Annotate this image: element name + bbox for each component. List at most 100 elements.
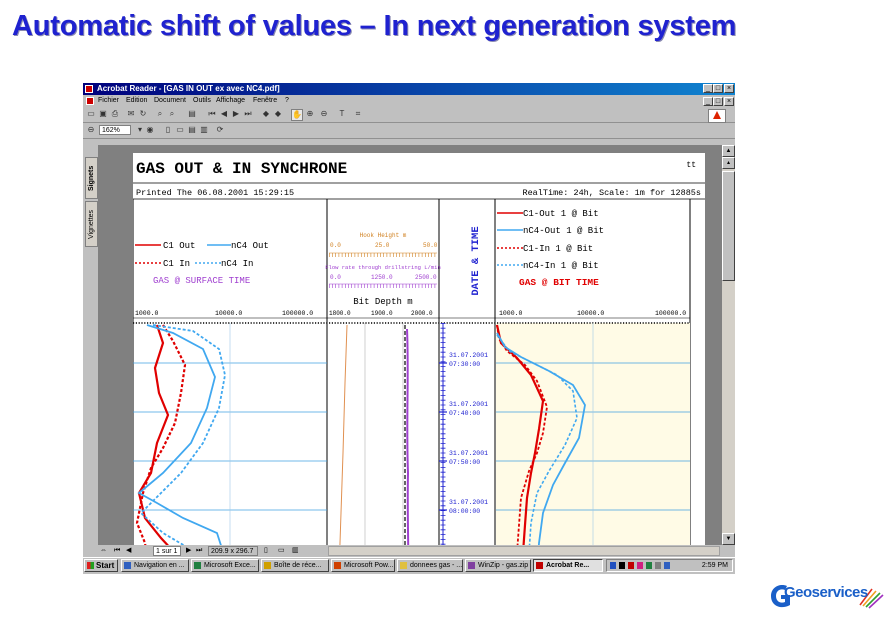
first-page-icon[interactable]: ⏮ [207,109,217,119]
pdf-page: GAS OUT & IN SYNCHRONE tt Printed The 06… [132,153,705,545]
task-acrobat[interactable]: Acrobat Re... [533,559,603,572]
fit-width-icon[interactable]: ▤ [187,125,197,135]
fit-visible-icon[interactable]: ▥ [199,125,209,135]
refresh-icon[interactable]: ↻ [138,109,148,119]
tray-volume-icon[interactable] [619,562,625,569]
scroll-thumb[interactable] [722,171,735,281]
tray-network-icon[interactable] [628,562,634,569]
page-view-icon[interactable]: ▤ [187,109,197,119]
tab-vignettes[interactable]: Vignettes [85,201,98,247]
fit-page-icon[interactable]: ▭ [175,125,185,135]
print-icon[interactable]: ⎙ [110,109,120,119]
status-next-icon[interactable]: ▶ [186,545,191,557]
graphics-select-icon[interactable]: ⌗ [353,109,363,119]
minimize-icon[interactable]: _ [703,84,713,93]
menu-fenetre[interactable]: Fenêtre [253,95,277,107]
actual-size-icon[interactable]: ▯ [163,125,173,135]
continuous-icon[interactable]: ▭ [278,545,285,557]
find-icon[interactable]: ⌕ [155,109,165,119]
doc-restore-icon[interactable]: □ [713,97,723,106]
status-bar: ⇔ ⏮ ◀ 1 sur 1 ▶ ⏭ 209.9 x 296.7 mm ▯ ▭ ▥ [98,545,735,564]
zoom-dropdown-icon[interactable]: ▾ [135,125,145,135]
left-tick-1: 1000.0 [135,310,159,317]
save-icon[interactable]: ▣ [98,109,108,119]
legend-c1-out: C1 Out [163,241,195,251]
rotate-icon[interactable]: ⟳ [215,125,225,135]
menu-fichier[interactable]: Fichier [98,95,119,107]
go-forward-icon[interactable]: ◆ [273,109,283,119]
left-track-subtitle: GAS @ SURFACE TIME [153,276,250,286]
scroll-top-icon[interactable]: ▲ [722,145,735,157]
tray-app-icon[interactable] [637,562,643,569]
zoom-out-icon[interactable]: ⊖ [319,109,329,119]
go-back-icon[interactable]: ◆ [261,109,271,119]
horizontal-scrollbar[interactable] [328,546,720,556]
right-tick-3: 100000.0 [655,310,686,317]
next-page-icon[interactable]: ▶ [231,109,241,119]
open-icon[interactable]: ▭ [86,109,96,119]
legend-nc4-in-bit: nC4-In 1 @ Bit [523,261,599,271]
doc-icon[interactable] [86,97,94,105]
excel-icon [194,562,201,569]
close-icon[interactable]: × [724,84,734,93]
left-tick-2: 10000.0 [215,310,242,317]
menu-document[interactable]: Document [154,95,186,107]
tab-signets[interactable]: Signets [85,157,98,199]
tray-shield-icon[interactable] [610,562,616,569]
vertical-scrollbar[interactable]: ▲ ▴ ▼ [722,145,735,545]
page-number-field[interactable]: 1 sur 1 [153,546,181,556]
menu-help[interactable]: ? [285,95,289,107]
single-page-icon[interactable]: ▯ [264,545,268,557]
task-powerpoint[interactable]: Microsoft Pow... [331,559,395,572]
zoom-minus-icon[interactable]: ⊖ [86,125,96,135]
text-select-icon[interactable]: T [337,109,347,119]
task-inbox[interactable]: Boîte de réce... [261,559,329,572]
legend-c1-out-bit: C1-Out 1 @ Bit [523,209,599,219]
search-icon[interactable]: ⌕ [167,109,177,119]
prev-page-icon[interactable]: ◀ [219,109,229,119]
facing-icon[interactable]: ▥ [292,545,299,557]
zoom-target-icon[interactable]: ◉ [145,125,155,135]
powerpoint-icon [334,562,341,569]
logo-text: Geoservices [784,584,868,601]
last-page-icon[interactable]: ⏭ [243,109,253,119]
time-axis-time: 07:30:00 [449,361,480,368]
task-donnees-gas[interactable]: donnees gas - ... [397,559,463,572]
document-viewport[interactable]: GAS OUT & IN SYNCHRONE tt Printed The 06… [98,145,722,545]
task-navigation[interactable]: Navigation en ... [121,559,189,572]
status-prev-icon[interactable]: ◀ [126,545,131,557]
menu-outils[interactable]: Outils [193,95,211,107]
nav-toggle-icon[interactable]: ⇔ [100,545,107,557]
system-tray: 2:59 PM [606,559,733,572]
flow-tick-2: 1250.0 [371,274,393,281]
task-label: Microsoft Exce... [204,562,256,569]
geoservices-logo: Geoservices [768,580,884,610]
tray-printer-icon[interactable] [655,562,661,569]
tray-clock[interactable]: 2:59 PM [702,560,728,571]
view-toolbar: ⊖ 162% ▾ ◉ ▯ ▭ ▤ ▥ ⟳ [83,123,735,139]
menu-affichage[interactable]: Affichage [216,95,245,107]
scroll-up-icon[interactable]: ▴ [722,157,735,169]
left-tick-3: 100000.0 [282,310,313,317]
zoom-field[interactable]: 162% [99,125,131,135]
adobe-logo-icon[interactable] [708,109,726,123]
start-button[interactable]: Start [84,559,118,572]
menu-edition[interactable]: Edition [126,95,147,107]
tray-sync-icon[interactable] [664,562,670,569]
status-first-icon[interactable]: ⏮ [114,545,120,557]
task-winzip[interactable]: WinZip - gas.zip [465,559,531,572]
tray-monitor-icon[interactable] [646,562,652,569]
legend-c1-in-bit: C1-In 1 @ Bit [523,244,593,254]
hand-tool-icon[interactable]: ✋ [291,109,303,121]
maximize-icon[interactable]: □ [713,84,723,93]
doc-minimize-icon[interactable]: _ [703,97,713,106]
email-icon[interactable]: ✉ [126,109,136,119]
doc-close-icon[interactable]: × [724,97,734,106]
zoom-in-icon[interactable]: ⊕ [305,109,315,119]
task-excel[interactable]: Microsoft Exce... [191,559,259,572]
status-last-icon[interactable]: ⏭ [196,545,202,557]
window-titlebar[interactable]: Acrobat Reader - [GAS IN OUT ex avec NC4… [83,83,735,95]
main-toolbar: ▭ ▣ ⎙ ✉ ↻ ⌕ ⌕ ▤ ⏮ ◀ ▶ ⏭ ◆ ◆ ✋ ⊕ ⊖ T ⌗ [83,107,735,123]
scroll-down-icon[interactable]: ▼ [722,533,735,545]
task-label: Acrobat Re... [546,562,590,569]
